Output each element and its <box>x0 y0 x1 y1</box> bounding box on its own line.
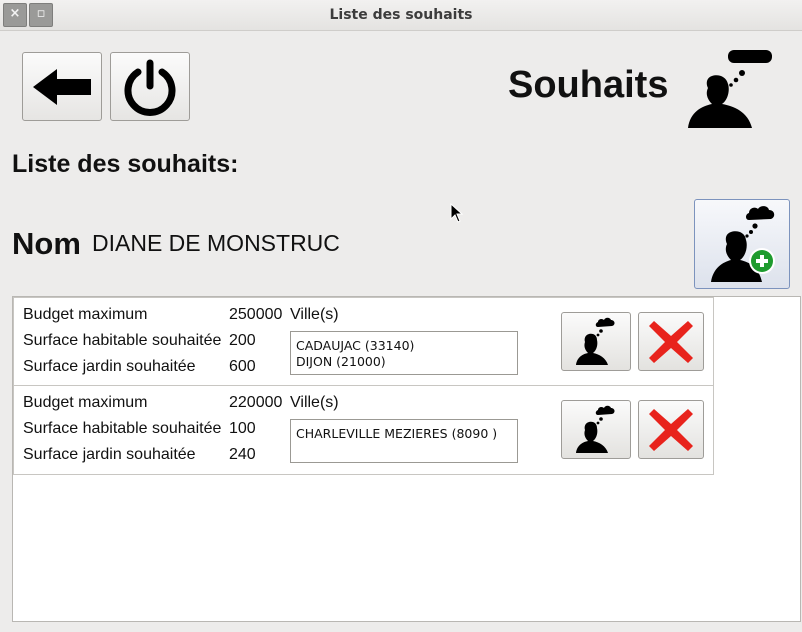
nom-label: Nom <box>12 226 81 261</box>
surface-habitable-value: 100 <box>229 420 256 437</box>
delete-wish-button[interactable] <box>638 400 704 459</box>
person-thought-icon <box>688 50 772 128</box>
surface-jardin-label: Surface jardin souhaitée <box>23 358 196 375</box>
villes-list[interactable]: CHARLEVILLE MEZIERES (8090 ) <box>290 419 518 463</box>
wishlist-label: Liste des souhaits: <box>12 150 239 178</box>
delete-x-icon <box>649 320 693 363</box>
ville-item[interactable]: CADAUJAC (33140) <box>296 338 517 354</box>
edit-wish-button[interactable] <box>561 312 631 371</box>
power-button[interactable] <box>110 52 190 121</box>
surface-habitable-label: Surface habitable souhaitée <box>23 420 222 437</box>
wish-row: Budget maximum Surface habitable souhait… <box>13 297 714 387</box>
villes-label: Ville(s) <box>290 394 339 411</box>
surface-jardin-value: 240 <box>229 446 256 463</box>
window-title: Liste des souhaits <box>329 7 473 23</box>
delete-wish-button[interactable] <box>638 312 704 371</box>
person-thought-icon <box>576 405 615 453</box>
surface-habitable-value: 200 <box>229 332 256 349</box>
budget-label: Budget maximum <box>23 394 148 411</box>
nom-value: DIANE DE MONSTRUC <box>92 230 340 256</box>
surface-jardin-value: 600 <box>229 358 256 375</box>
surface-jardin-label: Surface jardin souhaitée <box>23 446 196 463</box>
ville-item[interactable]: DIJON (21000) <box>296 354 517 370</box>
budget-value: 250000 <box>229 306 283 323</box>
wish-row: Budget maximum Surface habitable souhait… <box>13 385 714 475</box>
budget-value: 220000 <box>229 394 283 411</box>
window-titlebar: × ▫ Liste des souhaits <box>0 0 802 31</box>
villes-label: Ville(s) <box>290 306 339 323</box>
person-thought-add-icon <box>711 206 775 282</box>
mouse-cursor-icon <box>450 203 464 223</box>
person-thought-icon <box>576 317 615 365</box>
page-title: Souhaits <box>508 64 669 106</box>
surface-habitable-label: Surface habitable souhaitée <box>23 332 222 349</box>
villes-list[interactable]: CADAUJAC (33140) DIJON (21000) <box>290 331 518 375</box>
back-button[interactable] <box>22 52 102 121</box>
add-wish-button[interactable] <box>694 199 790 289</box>
budget-label: Budget maximum <box>23 306 148 323</box>
power-icon <box>124 59 176 116</box>
wish-list[interactable]: Budget maximum Surface habitable souhait… <box>12 296 801 622</box>
edit-wish-button[interactable] <box>561 400 631 459</box>
delete-x-icon <box>649 408 693 451</box>
arrow-left-icon <box>33 68 91 105</box>
ville-item[interactable]: CHARLEVILLE MEZIERES (8090 ) <box>296 426 517 442</box>
